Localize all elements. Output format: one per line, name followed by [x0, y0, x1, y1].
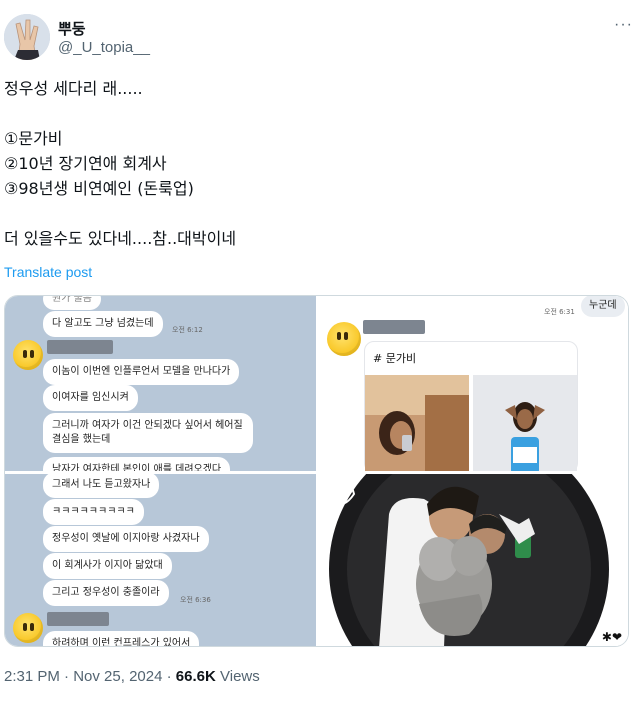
emoji-face-icon	[327, 322, 361, 356]
media-image-chat-1[interactable]: 뭔가 물음 다 알고도 그냥 넘겼는데 오전 6:12 이놈이 이번엔 인플루언…	[5, 296, 316, 471]
blurred-name	[47, 340, 113, 354]
display-name[interactable]: 뿌둥	[58, 18, 86, 39]
chat-time: 오전 6:31	[544, 308, 575, 316]
tweet-line: ①문가비	[4, 129, 63, 148]
media-image-photo[interactable]: ✱❤	[319, 474, 628, 646]
views-label: Views	[220, 668, 260, 685]
card-title: # 문가비	[373, 352, 417, 365]
more-options-icon[interactable]: ···	[614, 16, 633, 34]
post-time[interactable]: 2:31 PM	[4, 668, 60, 685]
chat-time: 오전 6:36	[180, 596, 211, 604]
media-grid: 뭔가 물음 다 알고도 그냥 넘겼는데 오전 6:12 이놈이 이번엔 인플루언…	[4, 295, 629, 647]
tweet-line: ③98년생 비연예인 (돈룩업)	[4, 179, 194, 198]
tweet-header: 뿌둥 @_U_topia__ ···	[4, 10, 639, 66]
blurred-name	[47, 612, 109, 626]
meta-separator: ·	[64, 668, 70, 685]
translate-post-link[interactable]: Translate post	[4, 264, 92, 280]
meta-separator: ·	[166, 668, 172, 685]
card-photos	[365, 375, 577, 471]
photo-circle	[319, 474, 628, 646]
tweet-line: 더 있을수도 있다네....참..대박이네	[4, 229, 237, 248]
emoji-face-icon	[13, 340, 43, 370]
chat-bubble: 정우성이 옛날에 이지아랑 사겼자나	[43, 526, 209, 552]
chat-bubble-reply: 누군데	[581, 296, 625, 317]
link-card: # 문가비	[364, 341, 578, 471]
tweet-meta: 2:31 PM · Nov 25, 2024 · 66.6K Views	[4, 668, 260, 685]
chat-bubble: 하려하며 이런 컨프레스가 있어서	[43, 631, 200, 646]
user-handle[interactable]: @_U_topia__	[58, 39, 150, 56]
chat-bubble: 이여자를 임신시켜	[43, 385, 138, 411]
tweet-text: 정우성 세다리 래..... ①문가비 ②10년 장기연애 회계사 ③98년생 …	[4, 76, 624, 251]
media-image-chat-3[interactable]: 그래서 나도 듣고왔자나 ㅋㅋㅋㅋㅋㅋㅋㅋㅋ 정우성이 옛날에 이지아랑 사겼자…	[5, 474, 316, 646]
blurred-name	[363, 320, 425, 334]
chat-bubble: 그러니까 여자가 이건 안되겠다 싶어서 헤어질 결심을 했는데	[43, 413, 253, 453]
chat-bubble: 이 회계사가 이지아 닮았대	[43, 553, 172, 579]
tweet-line: ②10년 장기연애 회계사	[4, 154, 167, 173]
chat-time: 오전 6:12	[172, 326, 203, 334]
chat-bubble: 다 알고도 그냥 넘겼는데	[43, 311, 163, 337]
chat-bubble-partial: 뭔가 물음	[43, 296, 101, 310]
tweet-line: 정우성 세다리 래.....	[4, 79, 143, 98]
bird-doodle-icon: ✱❤	[601, 630, 622, 644]
avatar[interactable]	[4, 14, 50, 60]
emoji-face-icon	[13, 613, 43, 643]
views-count[interactable]: 66.6K	[176, 668, 216, 685]
chat-bubble: 그리고 정우성이 충졸이라	[43, 580, 169, 606]
chat-bubble: ㅋㅋㅋㅋㅋㅋㅋㅋㅋ	[43, 499, 144, 525]
hand-sign-avatar-icon	[4, 14, 50, 60]
media-image-chat-2[interactable]: 누군데 오전 6:31 # 문가비	[319, 296, 628, 471]
chat-bubble: 남자가 여자한테 본인이 애를 데려오겠다	[43, 457, 231, 471]
post-date[interactable]: Nov 25, 2024	[73, 668, 162, 685]
chat-bubble: 이놈이 이번엔 인플루언서 모델을 만나다가	[43, 359, 240, 385]
chat-bubble: 그래서 나도 듣고왔자나	[43, 474, 160, 498]
